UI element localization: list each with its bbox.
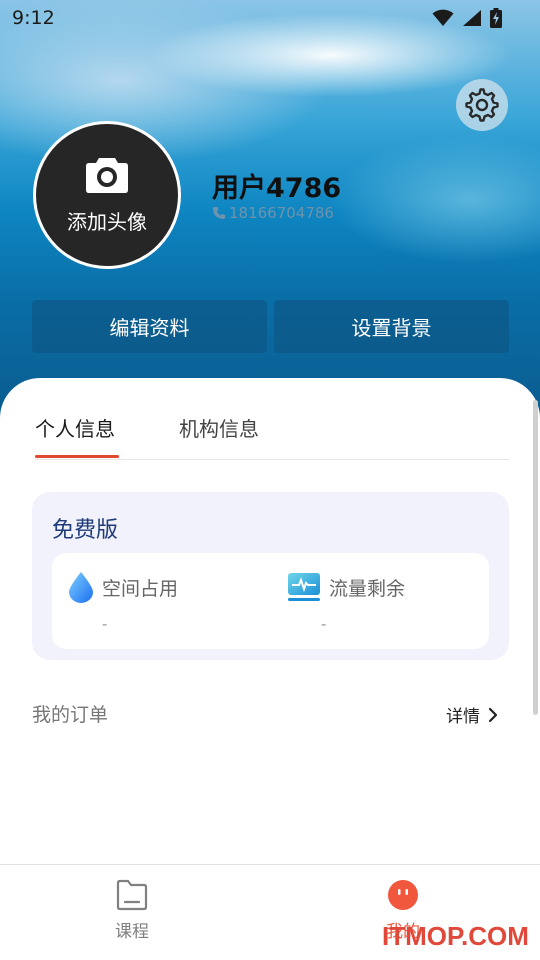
profile-header: 9:12 添加头像 用户4786 18166704786 编辑资料 设置背景 — [0, 0, 540, 420]
face-icon — [388, 880, 418, 910]
orders-detail-link[interactable]: 详情 — [446, 702, 498, 727]
my-orders-label: 我的订单 — [32, 704, 109, 726]
traffic-icon — [288, 573, 320, 601]
phone-row: 18166704786 — [212, 204, 334, 222]
storage-usage-value: - — [102, 615, 108, 633]
profile-sheet: 个人信息 机构信息 免费版 空间占用 - 流量剩余 - 我的订单 详情 — [0, 378, 540, 864]
storage-usage: 空间占用 - — [68, 571, 178, 633]
folder-icon — [116, 879, 148, 911]
nav-item-courses[interactable]: 课程 — [115, 879, 149, 942]
phone-number: 18166704786 — [229, 204, 334, 222]
drop-icon — [69, 572, 93, 603]
plan-title: 免费版 — [52, 518, 119, 543]
tab-organization-info[interactable]: 机构信息 — [179, 413, 259, 442]
username: 用户4786 — [212, 173, 342, 204]
gear-icon — [465, 88, 499, 122]
phone-icon — [213, 207, 225, 219]
nav-label-courses: 课程 — [115, 922, 149, 942]
watermark: ITMOP.COM — [382, 921, 529, 951]
settings-button[interactable] — [456, 79, 508, 131]
set-background-button[interactable]: 设置背景 — [274, 300, 509, 353]
signal-icon — [463, 10, 481, 26]
scrollbar[interactable] — [533, 400, 538, 715]
edit-profile-button[interactable]: 编辑资料 — [32, 300, 267, 353]
tab-indicator — [35, 455, 119, 458]
usage-card: 空间占用 - 流量剩余 - — [52, 553, 489, 649]
traffic-remaining-value: - — [321, 615, 327, 633]
storage-usage-label: 空间占用 — [102, 577, 179, 600]
tab-personal-info[interactable]: 个人信息 — [35, 413, 115, 442]
status-icons — [432, 8, 502, 28]
status-time: 9:12 — [12, 7, 55, 29]
camera-icon — [86, 157, 128, 193]
plan-card: 免费版 空间占用 - 流量剩余 - — [32, 492, 509, 660]
status-bar: 9:12 — [0, 0, 540, 36]
traffic-remaining: 流量剩余 - — [287, 571, 405, 633]
chevron-right-icon — [488, 707, 498, 722]
orders-detail-label: 详情 — [446, 707, 480, 727]
info-tabs: 个人信息 机构信息 — [35, 405, 509, 460]
avatar-label: 添加头像 — [67, 209, 147, 234]
traffic-remaining-label: 流量剩余 — [329, 577, 406, 600]
battery-charging-icon — [490, 8, 502, 28]
avatar-upload[interactable]: 添加头像 — [33, 121, 181, 269]
wifi-icon — [432, 9, 454, 26]
